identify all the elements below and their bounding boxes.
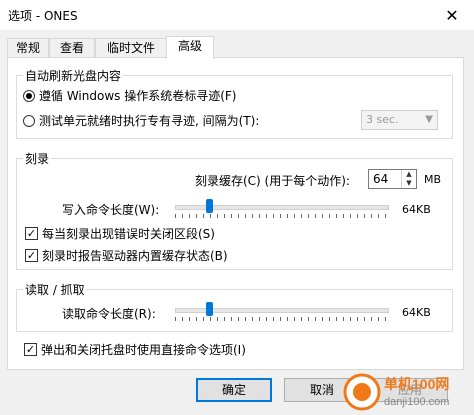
write-length-value: 64KB — [402, 203, 431, 216]
tab-general[interactable]: 常规 — [7, 38, 49, 57]
interval-select[interactable]: 3 sec. ▼ — [361, 110, 438, 130]
close-on-error-label: 每当刻录出现错误时关闭区段(S) — [42, 227, 215, 241]
radio-follow-label: 遵循 Windows 操作系统卷标寻迹(F) — [39, 89, 237, 103]
burn-buffer-label: 刻录缓存(C) (用于每个动作): — [195, 174, 350, 188]
report-buffer-checkbox[interactable]: ✓ 刻录时报告驱动器内置缓存状态(B) — [25, 247, 228, 264]
radio-follow-windows[interactable]: 遵循 Windows 操作系统卷标寻迹(F) — [23, 87, 236, 104]
close-on-error-checkbox[interactable]: ✓ 每当刻录出现错误时关闭区段(S) — [25, 225, 215, 242]
watermark-logo-icon: 单机100网 danji100.com — [343, 373, 449, 411]
report-buffer-label: 刻录时报告驱动器内置缓存状态(B) — [42, 249, 228, 263]
burn-buffer-value: 64 — [373, 172, 389, 186]
close-icon: ✕ — [445, 5, 459, 25]
radio-test-label: 测试单元就绪时执行专有寻迹, 间隔为(T): — [39, 114, 260, 128]
write-length-label: 写入命令长度(W): — [62, 203, 160, 217]
ok-button[interactable]: 确定 — [196, 378, 272, 402]
chevron-down-icon: ▼ — [425, 114, 433, 125]
window-title: 选项 - ONES — [8, 9, 78, 23]
watermark-name: 单机100网 — [384, 376, 449, 392]
read-group: 读取 / 抓取 读取命令长度(R): 64KB — [16, 281, 453, 332]
read-length-slider[interactable] — [175, 302, 389, 322]
watermark: 单机100网 danji100.com — [342, 372, 472, 412]
tab-temp-files[interactable]: 临时文件 — [95, 38, 167, 57]
read-length-value: 64KB — [402, 306, 431, 319]
radio-selected-dot — [26, 92, 32, 99]
read-group-label: 读取 / 抓取 — [23, 281, 87, 298]
eject-direct-command-checkbox[interactable]: ✓ 弹出和关闭托盘时使用直接命令选项(I) — [24, 341, 246, 358]
read-slider-ticks — [175, 317, 389, 321]
check-icon[interactable]: ✓ — [25, 227, 38, 240]
close-button[interactable]: ✕ — [430, 0, 474, 30]
advanced-panel: 自动刷新光盘内容 遵循 Windows 操作系统卷标寻迹(F) 测试单元就绪时执… — [7, 57, 464, 370]
write-slider-thumb[interactable] — [206, 199, 213, 213]
radio-test-indicator[interactable] — [23, 114, 35, 127]
check-icon[interactable]: ✓ — [24, 343, 37, 356]
title-bar: 选项 - ONES ✕ — [0, 0, 474, 30]
radio-test-unit[interactable]: 测试单元就绪时执行专有寻迹, 间隔为(T): — [23, 112, 259, 129]
interval-select-value: 3 sec. — [366, 113, 399, 126]
tab-view[interactable]: 查看 — [49, 38, 95, 57]
check-icon[interactable]: ✓ — [25, 249, 38, 262]
write-slider-ticks — [175, 214, 389, 218]
read-length-label: 读取命令长度(R): — [62, 307, 156, 321]
eject-direct-command-label: 弹出和关闭托盘时使用直接命令选项(I) — [41, 343, 246, 357]
burn-buffer-unit: MB — [424, 173, 442, 186]
radio-follow-indicator[interactable] — [23, 89, 35, 102]
read-slider-thumb[interactable] — [206, 302, 213, 316]
watermark-url: danji100.com — [384, 396, 449, 408]
stepper-arrows-icon[interactable]: ▲ ▼ — [401, 170, 416, 188]
burn-group: 刻录 刻录缓存(C) (用于每个动作): 64 ▲ ▼ MB 写入命令长度(W):… — [16, 150, 453, 270]
write-length-slider[interactable] — [175, 199, 389, 219]
burn-group-label: 刻录 — [23, 150, 52, 167]
auto-refresh-group: 自动刷新光盘内容 遵循 Windows 操作系统卷标寻迹(F) 测试单元就绪时执… — [16, 67, 453, 139]
burn-buffer-stepper[interactable]: 64 ▲ ▼ — [368, 169, 417, 189]
tab-advanced[interactable]: 高级 — [166, 36, 214, 59]
auto-refresh-group-label: 自动刷新光盘内容 — [23, 67, 124, 84]
